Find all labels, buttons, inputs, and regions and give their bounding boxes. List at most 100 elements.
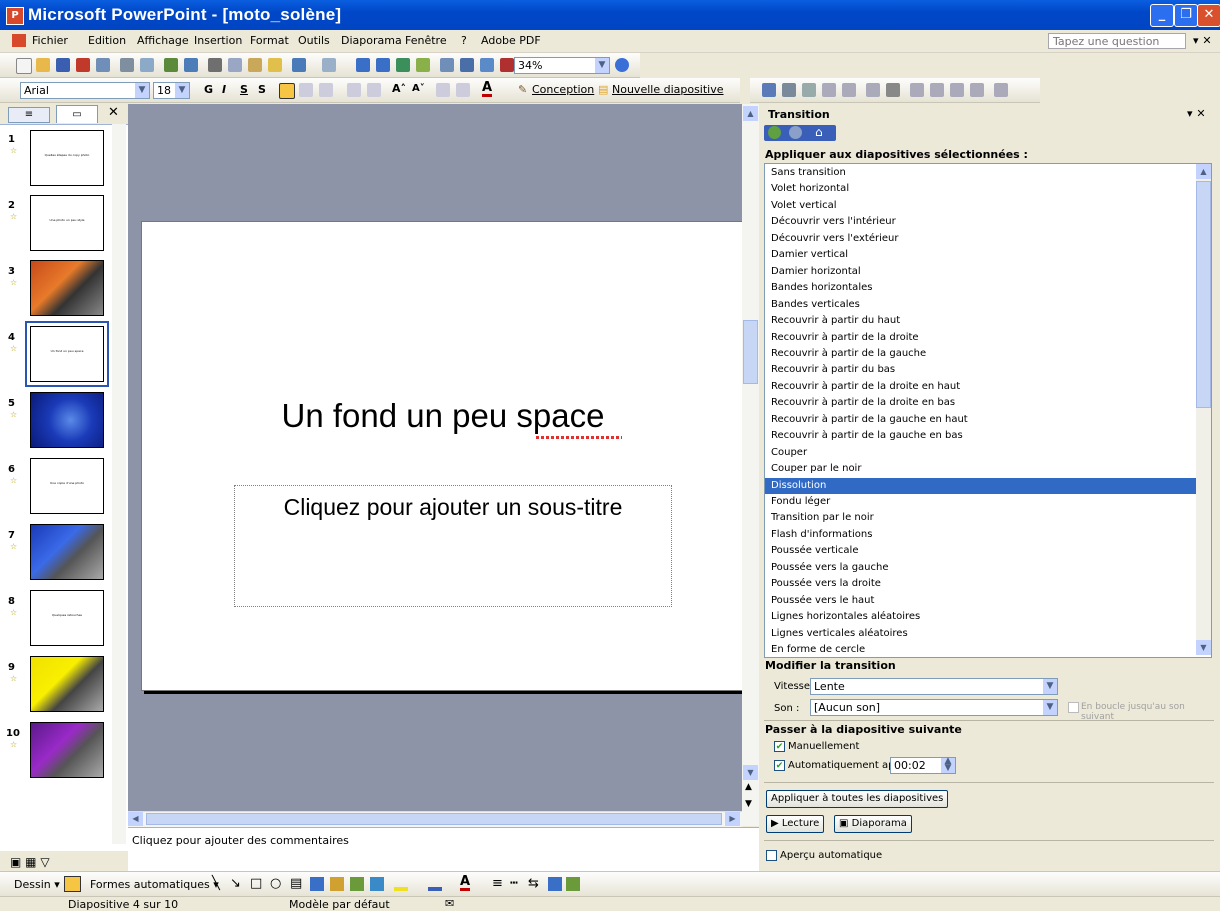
- rectangle-icon[interactable]: □: [250, 876, 262, 891]
- transition-item[interactable]: Poussée vers la gauche: [770, 560, 1198, 576]
- scroll-thumb[interactable]: [743, 320, 758, 384]
- transition-item[interactable]: Poussée vers le haut: [770, 593, 1198, 609]
- sound-select[interactable]: [Aucun son] ▼: [810, 699, 1058, 716]
- new-icon[interactable]: [16, 58, 32, 74]
- list-scroll-thumb[interactable]: [1196, 181, 1211, 408]
- research-icon[interactable]: [184, 58, 198, 72]
- font-size-combo[interactable]: 18 ▼: [153, 82, 190, 99]
- tab-outline[interactable]: ≡: [8, 107, 50, 123]
- increase-font-icon[interactable]: A˄: [392, 82, 406, 95]
- transition-item[interactable]: Dissolution: [765, 477, 1203, 494]
- menu-fichier[interactable]: Fichier: [32, 34, 68, 47]
- decrease-font-icon[interactable]: A˅: [412, 83, 425, 94]
- help-icon[interactable]: [615, 58, 629, 72]
- spelling-icon[interactable]: [164, 58, 178, 72]
- picture-icon[interactable]: [370, 877, 384, 891]
- design-icon[interactable]: ✎: [518, 83, 527, 96]
- insert-table-icon[interactable]: [376, 58, 390, 72]
- open-icon[interactable]: [36, 58, 50, 72]
- line-style-icon[interactable]: ≡: [492, 876, 503, 891]
- align-right-icon[interactable]: [319, 83, 333, 97]
- scroll-down-icon[interactable]: ▼: [743, 765, 758, 780]
- numbering-icon[interactable]: [347, 83, 361, 97]
- transition-item[interactable]: Couper: [770, 445, 1198, 461]
- transition-item[interactable]: Lignes horizontales aléatoires: [770, 609, 1198, 625]
- transition-item[interactable]: Recouvrir à partir de la gauche en bas: [770, 428, 1198, 444]
- zoom-combo[interactable]: 34% ▼: [514, 57, 610, 74]
- new-slide-icon[interactable]: ▤: [598, 83, 608, 96]
- compress-icon[interactable]: [910, 83, 924, 97]
- email-icon[interactable]: [96, 58, 110, 72]
- transition-item[interactable]: Flash d'informations: [770, 527, 1198, 543]
- chevron-down-icon[interactable]: ▼: [1043, 700, 1057, 715]
- subtitle-placeholder[interactable]: Cliquez pour ajouter un sous-titre: [234, 485, 672, 607]
- grid-icon[interactable]: [480, 58, 494, 72]
- normal-view-icon[interactable]: ▣: [10, 855, 21, 869]
- slide-sorter-icon[interactable]: ▦: [25, 855, 36, 869]
- slide-thumbnail-2[interactable]: Une photo un peu style: [30, 195, 104, 251]
- shadow-style-icon[interactable]: [548, 877, 562, 891]
- transition-item[interactable]: Recouvrir à partir du haut: [770, 313, 1198, 329]
- slide-thumbnail-9[interactable]: [30, 656, 104, 712]
- slide-thumbnail-4[interactable]: Un fond un peu space: [25, 321, 109, 387]
- chevron-down-icon[interactable]: ▼: [175, 83, 189, 98]
- font-color-icon[interactable]: A: [482, 81, 493, 97]
- home-icon[interactable]: ⌂: [815, 125, 823, 139]
- permission-icon[interactable]: [76, 58, 90, 72]
- speed-select[interactable]: Lente ▼: [810, 678, 1058, 695]
- brightness-icon[interactable]: [822, 83, 836, 97]
- slide-thumbnail-6[interactable]: Une copie d'une photo: [30, 458, 104, 514]
- redo-icon[interactable]: [322, 58, 336, 72]
- font-color-draw-icon[interactable]: A: [460, 875, 471, 891]
- format-painter-icon[interactable]: [268, 58, 282, 72]
- new-slide-button[interactable]: Nouvelle diapositive: [612, 83, 724, 96]
- diagram-icon[interactable]: [330, 877, 344, 891]
- transition-item[interactable]: Fondu léger: [770, 494, 1198, 510]
- auto-checkbox[interactable]: ✔: [774, 760, 785, 771]
- chevron-down-icon[interactable]: ▼: [595, 58, 609, 73]
- slides-pane-scrollbar[interactable]: [112, 124, 126, 844]
- chevron-down-icon[interactable]: ▼: [135, 83, 149, 98]
- tables-borders-icon[interactable]: [396, 58, 410, 72]
- loop-checkbox[interactable]: [1068, 702, 1079, 713]
- format-picture-icon[interactable]: [950, 83, 964, 97]
- previous-slide-icon[interactable]: ▲: [745, 782, 752, 792]
- scroll-down-icon[interactable]: ▼: [1196, 640, 1211, 655]
- line-color-icon[interactable]: [428, 877, 442, 891]
- document-icon[interactable]: [12, 34, 26, 47]
- close-button[interactable]: ✕: [1197, 4, 1220, 27]
- transparent-color-icon[interactable]: [970, 83, 984, 97]
- transition-item[interactable]: Sans transition: [770, 165, 1198, 181]
- rotate-icon[interactable]: [866, 83, 880, 97]
- transition-list[interactable]: Sans transition Volet horizontal Volet ver…: [764, 163, 1212, 658]
- line-style-icon[interactable]: [886, 83, 900, 97]
- transition-item[interactable]: Recouvrir à partir de la droite en haut: [770, 379, 1198, 395]
- autoshapes-menu[interactable]: Formes automatiques ▾: [90, 878, 219, 891]
- crop-icon[interactable]: [842, 83, 856, 97]
- transition-item[interactable]: Recouvrir à partir de la droite: [770, 330, 1198, 346]
- copy-icon[interactable]: [228, 58, 242, 72]
- transition-list-scrollbar[interactable]: ▲ ▼: [1196, 164, 1211, 655]
- clipart-icon[interactable]: [350, 877, 364, 891]
- transition-item[interactable]: Volet vertical: [770, 198, 1198, 214]
- transition-item[interactable]: Recouvrir à partir de la gauche: [770, 346, 1198, 362]
- print-icon[interactable]: [120, 58, 134, 72]
- increase-indent-icon[interactable]: [456, 83, 470, 97]
- bullets-icon[interactable]: [367, 83, 381, 97]
- hyperlink-icon[interactable]: [416, 58, 430, 72]
- draw-menu[interactable]: Dessin ▾: [14, 878, 60, 891]
- align-left-icon[interactable]: [279, 83, 295, 99]
- transition-item[interactable]: En forme de cercle: [770, 642, 1198, 657]
- menu-insertion[interactable]: Insertion: [194, 34, 242, 47]
- slideshow-button[interactable]: ▣ Diaporama: [834, 815, 912, 833]
- spelling-status-icon[interactable]: ✉: [445, 897, 454, 910]
- transition-item[interactable]: Recouvrir à partir de la droite en bas: [770, 395, 1198, 411]
- horizontal-scrollbar[interactable]: ◀ ▶: [128, 811, 742, 827]
- line-icon[interactable]: ╲: [212, 876, 220, 891]
- task-pane-title[interactable]: Transition: [768, 108, 830, 121]
- recolor-icon[interactable]: [930, 83, 944, 97]
- next-slide-icon[interactable]: ▼: [745, 799, 752, 809]
- dash-style-icon[interactable]: ┅: [510, 876, 518, 891]
- close-pane-icon[interactable]: ✕: [108, 105, 119, 120]
- arrow-icon[interactable]: ↘: [230, 876, 241, 891]
